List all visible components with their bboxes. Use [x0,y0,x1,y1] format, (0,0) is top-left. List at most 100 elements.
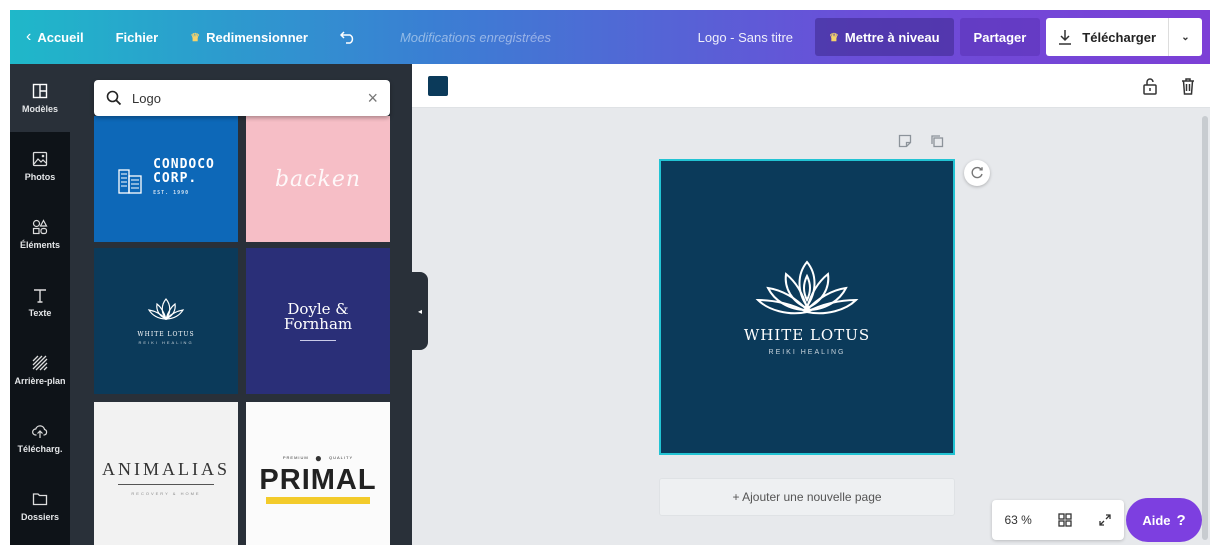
question-icon: ? [1176,511,1186,529]
chevron-down-icon: ⌄ [1181,31,1190,43]
lotus-icon [147,298,185,321]
undo-icon [339,31,354,44]
zoom-controls: 63 % [992,500,1124,540]
rotate-icon [971,166,983,179]
sidebar-item-photos[interactable]: Photos [10,132,70,200]
zoom-level[interactable]: 63 % [1004,513,1031,527]
sidebar-item-label: Modèles [21,103,58,114]
chevron-left-icon: ◂ [417,306,422,316]
crown-icon: ♛ [829,31,839,44]
divider [118,483,214,485]
sidebar-item-text[interactable]: Texte [10,268,70,336]
help-button[interactable]: Aide ? [1126,498,1202,542]
template-title-line2: Fornham [283,314,353,333]
template-tagline: PREMIUM ● QUALITY [283,451,353,465]
upgrade-label: Mettre à niveau [844,29,940,45]
template-tagline-right: QUALITY [329,455,354,460]
elements-icon [32,218,48,234]
editor-toolbar [412,64,1210,108]
notes-icon[interactable] [898,134,912,148]
grid-view-icon[interactable] [1057,512,1073,528]
yellow-bar [266,496,370,504]
file-menu-button[interactable]: Fichier [100,10,175,64]
gorilla-icon: ● [314,450,323,465]
search-input[interactable]: Logo [132,91,161,106]
sidebar-item-label: Télécharg. [17,443,63,454]
upgrade-button[interactable]: ♛ Mettre à niveau [815,18,954,56]
top-bar: ‹ Accueil Fichier ♛ Redimensionner Modif… [10,10,1210,64]
search-icon [106,90,122,106]
collapse-panel-button[interactable]: ◂ [412,272,428,350]
download-button[interactable]: Télécharger [1046,18,1168,56]
template-card-animalias[interactable]: ANIMALIAS RECOVERY & HOME [94,402,238,545]
design-canvas[interactable]: WHITE LOTUS REIKI HEALING [659,159,955,455]
lotus-icon [755,260,859,315]
upload-icon [32,424,48,438]
share-label: Partager [973,29,1027,45]
templates-icon [32,83,48,98]
canvas-title[interactable]: WHITE LOTUS [744,326,870,344]
download-icon [1059,30,1072,45]
folder-icon [32,492,48,505]
sidebar-item-label: Dossiers [20,511,60,522]
home-label: Accueil [37,29,84,45]
template-subtitle: RECOVERY & HOME [131,490,201,496]
template-subtitle: REIKI HEALING [138,340,194,345]
sidebar-item-label: Photos [24,171,56,182]
save-status: Modifications enregistrées [399,29,551,45]
editor-area: WHITE LOTUS REIKI HEALING + Ajouter une … [412,64,1210,545]
rotate-button[interactable] [964,160,990,186]
left-sidebar: Modèles Photos Éléments Texte Arrière-pl… [10,64,70,545]
text-icon [34,288,46,303]
template-card-backen[interactable]: backen [246,116,390,242]
download-options-button[interactable]: ⌄ [1168,18,1202,56]
undo-button[interactable] [324,10,372,64]
template-title: CONDOCO CORP. EST. 1990 [153,158,215,200]
template-title: backen [274,166,362,192]
template-title-line1: CONDOCO [153,157,215,172]
crown-icon: ♛ [190,31,201,44]
template-subtitle: EST. 1990 [153,190,190,196]
templates-panel: Logo × CONDOCO CORP. EST. 1990 backen WH… [70,64,412,545]
color-swatch-button[interactable] [428,76,448,96]
sidebar-item-folders[interactable]: Dossiers [10,472,70,540]
building-icon [118,169,142,194]
duplicate-icon[interactable] [930,134,944,148]
resize-button[interactable]: ♛ Redimensionner [174,10,324,64]
share-button[interactable]: Partager [959,18,1041,56]
sidebar-item-templates[interactable]: Modèles [10,64,70,132]
template-title-line2: CORP. [153,171,198,186]
resize-label: Redimensionner [206,29,308,45]
help-label: Aide [1142,512,1171,528]
sidebar-item-elements[interactable]: Éléments [10,200,70,268]
template-card-primal[interactable]: PREMIUM ● QUALITY PRIMAL [246,402,390,545]
document-title[interactable]: Logo - Sans titre [682,10,815,64]
template-title: ANIMALIAS [102,458,230,479]
template-title: PRIMAL [259,463,377,496]
background-icon [32,355,48,370]
add-page-button[interactable]: + Ajouter une nouvelle page [659,478,955,516]
template-card-white-lotus[interactable]: WHITE LOTUS REIKI HEALING [94,248,238,394]
template-title: WHITE LOTUS [137,331,195,338]
home-button[interactable]: ‹ Accueil [10,10,100,64]
template-card-condoco[interactable]: CONDOCO CORP. EST. 1990 [94,116,238,242]
search-bar[interactable]: Logo × [94,80,390,116]
sidebar-item-label: Éléments [19,239,61,250]
canvas-subtitle[interactable]: REIKI HEALING [769,349,846,356]
unlock-icon[interactable] [1140,76,1160,96]
sidebar-item-label: Arrière-plan [14,375,66,386]
download-label: Télécharger [1082,29,1156,45]
template-card-doyle-fornham[interactable]: Doyle & Fornham [246,248,390,394]
file-label: Fichier [115,29,159,45]
photo-icon [32,151,48,166]
divider [300,339,336,341]
sidebar-item-uploads[interactable]: Télécharg. [10,404,70,472]
template-tagline-left: PREMIUM [282,455,309,460]
clear-search-icon[interactable]: × [367,88,378,109]
sidebar-item-label: Texte [28,307,52,318]
page-actions [898,134,944,148]
trash-icon[interactable] [1178,76,1198,96]
canvas-scrollbar[interactable] [1202,116,1208,540]
fullscreen-icon[interactable] [1098,513,1112,527]
sidebar-item-background[interactable]: Arrière-plan [10,336,70,404]
